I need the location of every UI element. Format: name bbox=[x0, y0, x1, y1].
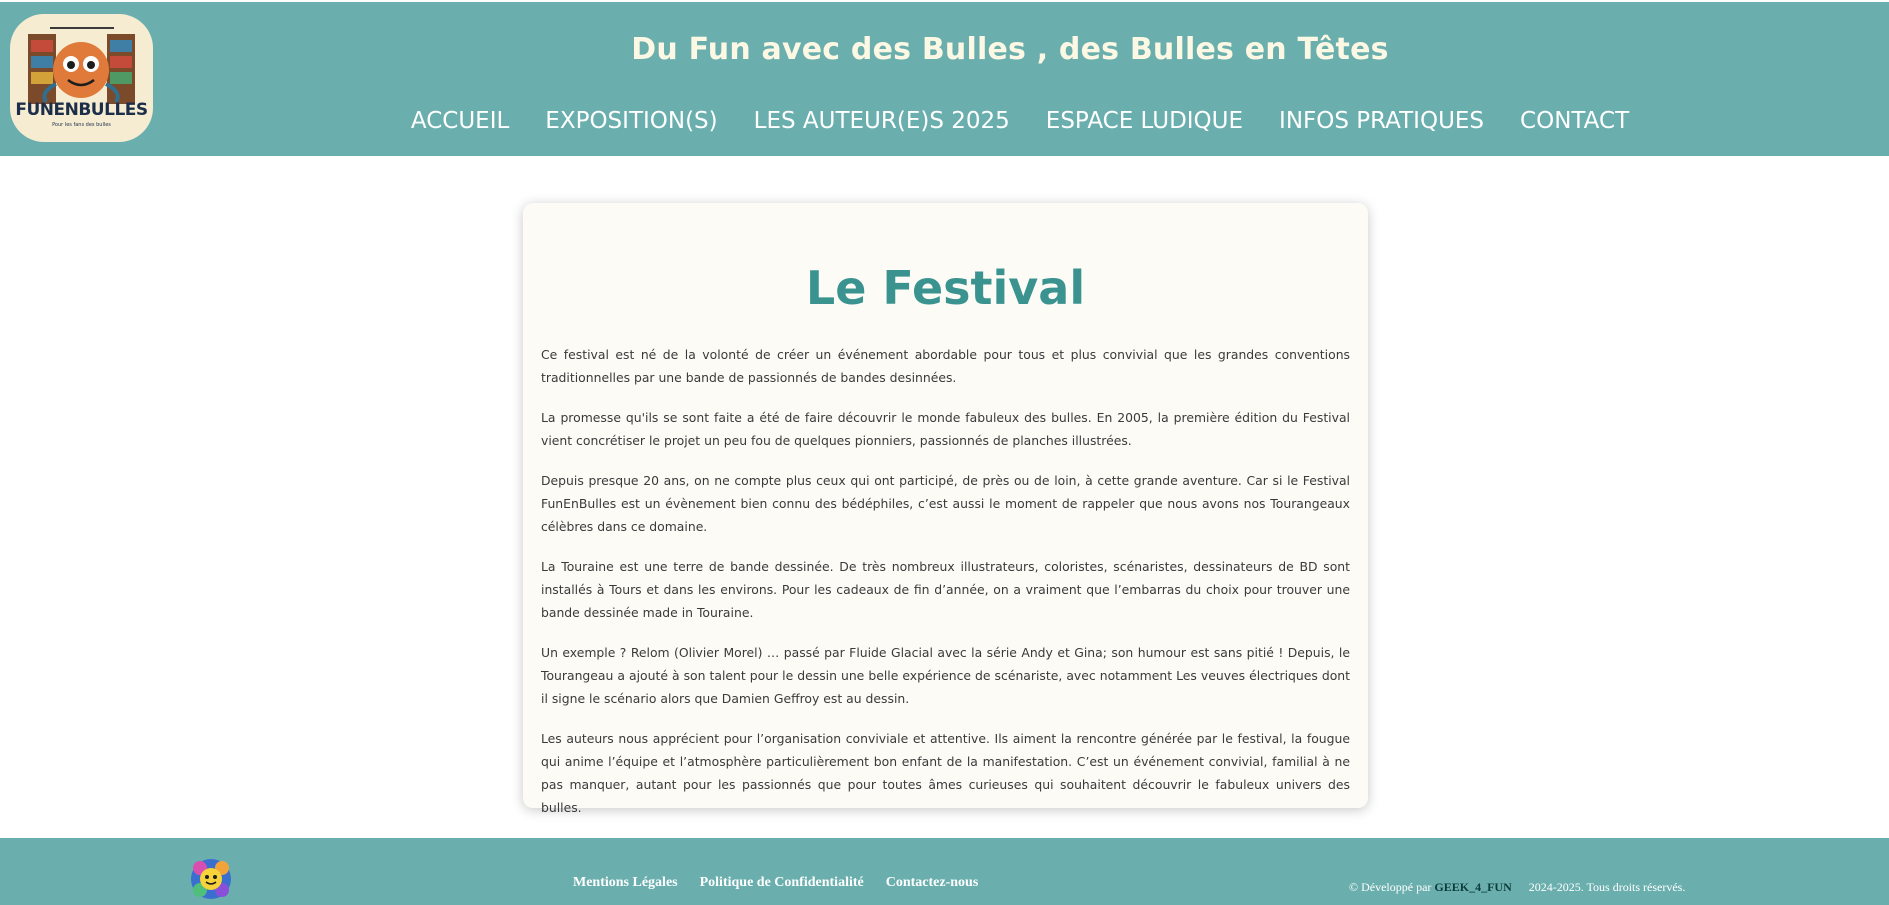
paragraph: La Touraine est une terre de bande dessi… bbox=[541, 559, 1350, 620]
nav-item-accueil[interactable]: ACCUEIL bbox=[393, 108, 527, 134]
footer-link-privacy[interactable]: Politique de Confidentialité bbox=[700, 875, 864, 891]
festival-text: Ce festival est né de la volonté de crée… bbox=[541, 343, 1350, 836]
main-nav: ACCUEIL EXPOSITION(S) LES AUTEUR(E)S 202… bbox=[400, 108, 1640, 134]
credit-prefix: © Développé par bbox=[1349, 880, 1432, 894]
logo-tagline: Pour les fans des bulles bbox=[52, 122, 111, 128]
footer-credit: © Développé par GEEK_4_FUN 2024-2025. To… bbox=[1349, 880, 1685, 895]
paragraph: Un exemple ? Relom (Olivier Morel) … pas… bbox=[541, 645, 1350, 706]
paragraph: Les auteurs nous apprécient pour l’organ… bbox=[541, 731, 1350, 815]
nav-item-auteurs[interactable]: LES AUTEUR(E)S 2025 bbox=[736, 108, 1028, 134]
paragraph: La promesse qu'ils se sont faite a été d… bbox=[541, 410, 1350, 448]
nav-item-expositions[interactable]: EXPOSITION(S) bbox=[527, 108, 735, 134]
logo-wordmark: FUNENBULLES bbox=[15, 100, 148, 120]
footer-logo-icon[interactable] bbox=[188, 856, 234, 902]
nav-item-infos-pratiques[interactable]: INFOS PRATIQUES bbox=[1261, 108, 1502, 134]
page-title: Le Festival bbox=[805, 261, 1086, 315]
paragraph: Depuis presque 20 ans, on ne compte plus… bbox=[541, 473, 1350, 534]
site-header: FUNENBULLES Pour les fans des bulles Du … bbox=[0, 2, 1889, 156]
nav-item-espace-ludique[interactable]: ESPACE LUDIQUE bbox=[1028, 108, 1261, 134]
credit-brand[interactable]: GEEK_4_FUN bbox=[1434, 880, 1511, 894]
paragraph: Ce festival est né de la volonté de crée… bbox=[541, 347, 1350, 385]
festival-card: Le Festival Ce festival est né de la vol… bbox=[523, 203, 1368, 815]
footer-link-contact[interactable]: Contactez-nous bbox=[886, 875, 979, 891]
nav-item-contact[interactable]: CONTACT bbox=[1502, 108, 1647, 134]
footer-links: Mentions Légales Politique de Confidenti… bbox=[573, 875, 978, 891]
site-title: Du Fun avec des Bulles , des Bulles en T… bbox=[631, 32, 1389, 67]
site-logo[interactable]: FUNENBULLES Pour les fans des bulles bbox=[10, 14, 153, 142]
copyright-text: 2024-2025. Tous droits réservés. bbox=[1528, 880, 1686, 894]
site-footer: Mentions Légales Politique de Confidenti… bbox=[0, 838, 1889, 905]
footer-link-mentions[interactable]: Mentions Légales bbox=[573, 875, 678, 891]
